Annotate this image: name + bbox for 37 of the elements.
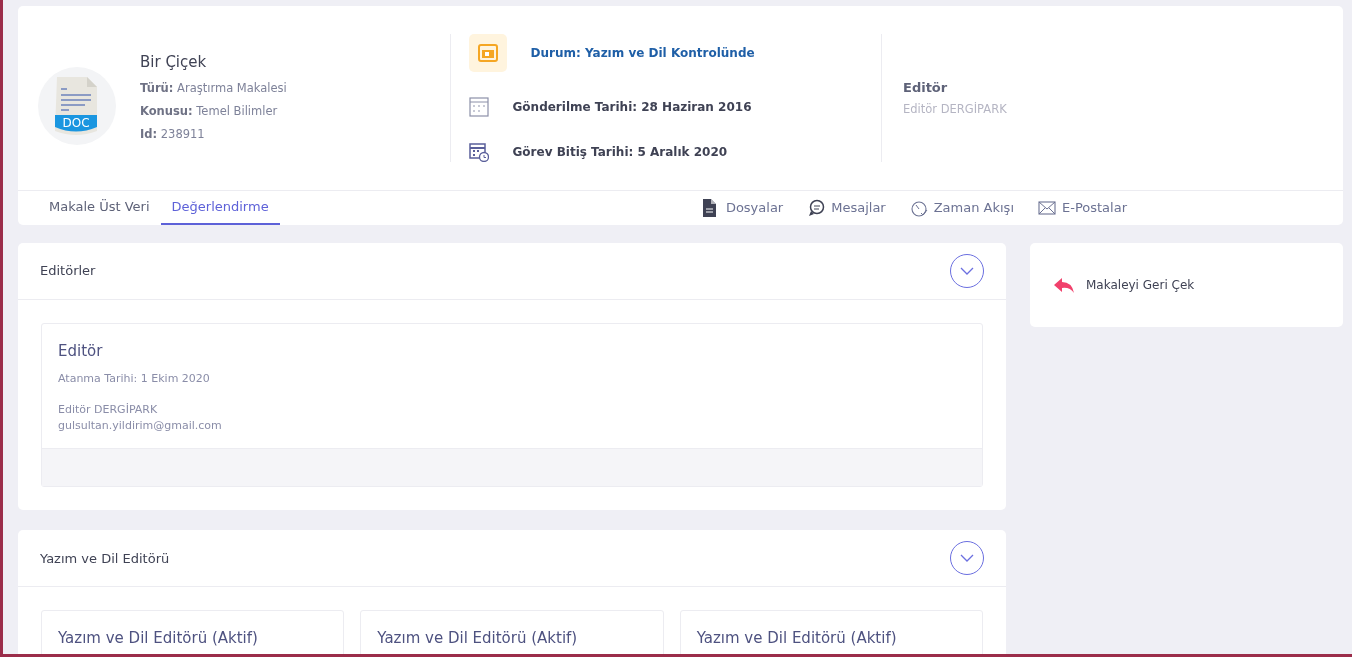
assigned-date: Atanma Tarihi: 1 Ekim 2020 <box>58 370 211 387</box>
date-text: Gönderilme Tarihi: 28 Haziran 2016 <box>512 98 752 116</box>
editor-email: gulsultan.yildirim@gmail.com <box>58 417 223 434</box>
card-title: Yazım ve Dil Editörü (Aktif) <box>58 628 259 650</box>
tab[interactable]: Makale Üst Veri <box>38 191 161 225</box>
clock-icon <box>909 199 928 217</box>
reply-arrow-icon <box>1054 276 1074 294</box>
article-field: Id: 238911 <box>140 126 287 144</box>
editor-name: Editör DERGİPARK <box>58 403 159 418</box>
chevron-down-icon <box>960 554 974 563</box>
card-title: Yazım ve Dil Editörü (Aktif) <box>696 628 898 650</box>
date-text: Görev Bitiş Tarihi: 5 Aralık 2020 <box>512 143 728 161</box>
chevron-down-icon <box>960 267 974 275</box>
mail-icon <box>1038 199 1056 217</box>
editor-role: Editör <box>903 78 949 97</box>
tab[interactable]: Değerlendirme <box>160 191 280 225</box>
article-title: Bir Çiçek <box>140 52 208 73</box>
article-field: Türü: Araştırma Makalesi <box>140 79 287 97</box>
calendar-clock-icon <box>468 141 489 162</box>
status-icon <box>468 34 507 72</box>
collapse-button[interactable] <box>950 254 984 288</box>
card-title: Yazım ve Dil Editörü (Aktif) <box>377 628 579 650</box>
nav-link-item[interactable]: Mesajlar <box>807 191 886 225</box>
calendar-icon <box>468 96 489 117</box>
nav-link-item[interactable]: Dosyalar <box>701 191 784 225</box>
chat-icon <box>807 199 826 217</box>
editor-name: Editör DERGİPARK <box>903 101 1008 119</box>
collapse-button[interactable] <box>950 541 984 576</box>
nav-link-item[interactable]: E-Postalar <box>1038 191 1127 225</box>
status-text: Durum: Yazım ve Dil Kontrolünde <box>530 45 755 62</box>
withdraw-button[interactable]: Makaleyi Geri Çek <box>1054 276 1195 294</box>
section-title: Yazım ve Dil Editörü <box>40 549 170 568</box>
article-field: Konusu: Temel Bilimler <box>140 102 287 120</box>
card-title: Editör <box>58 341 104 362</box>
document-icon: DOC <box>38 67 116 145</box>
nav-link-item[interactable]: Zaman Akışı <box>909 191 1014 225</box>
section-title: Editörler <box>40 262 96 281</box>
